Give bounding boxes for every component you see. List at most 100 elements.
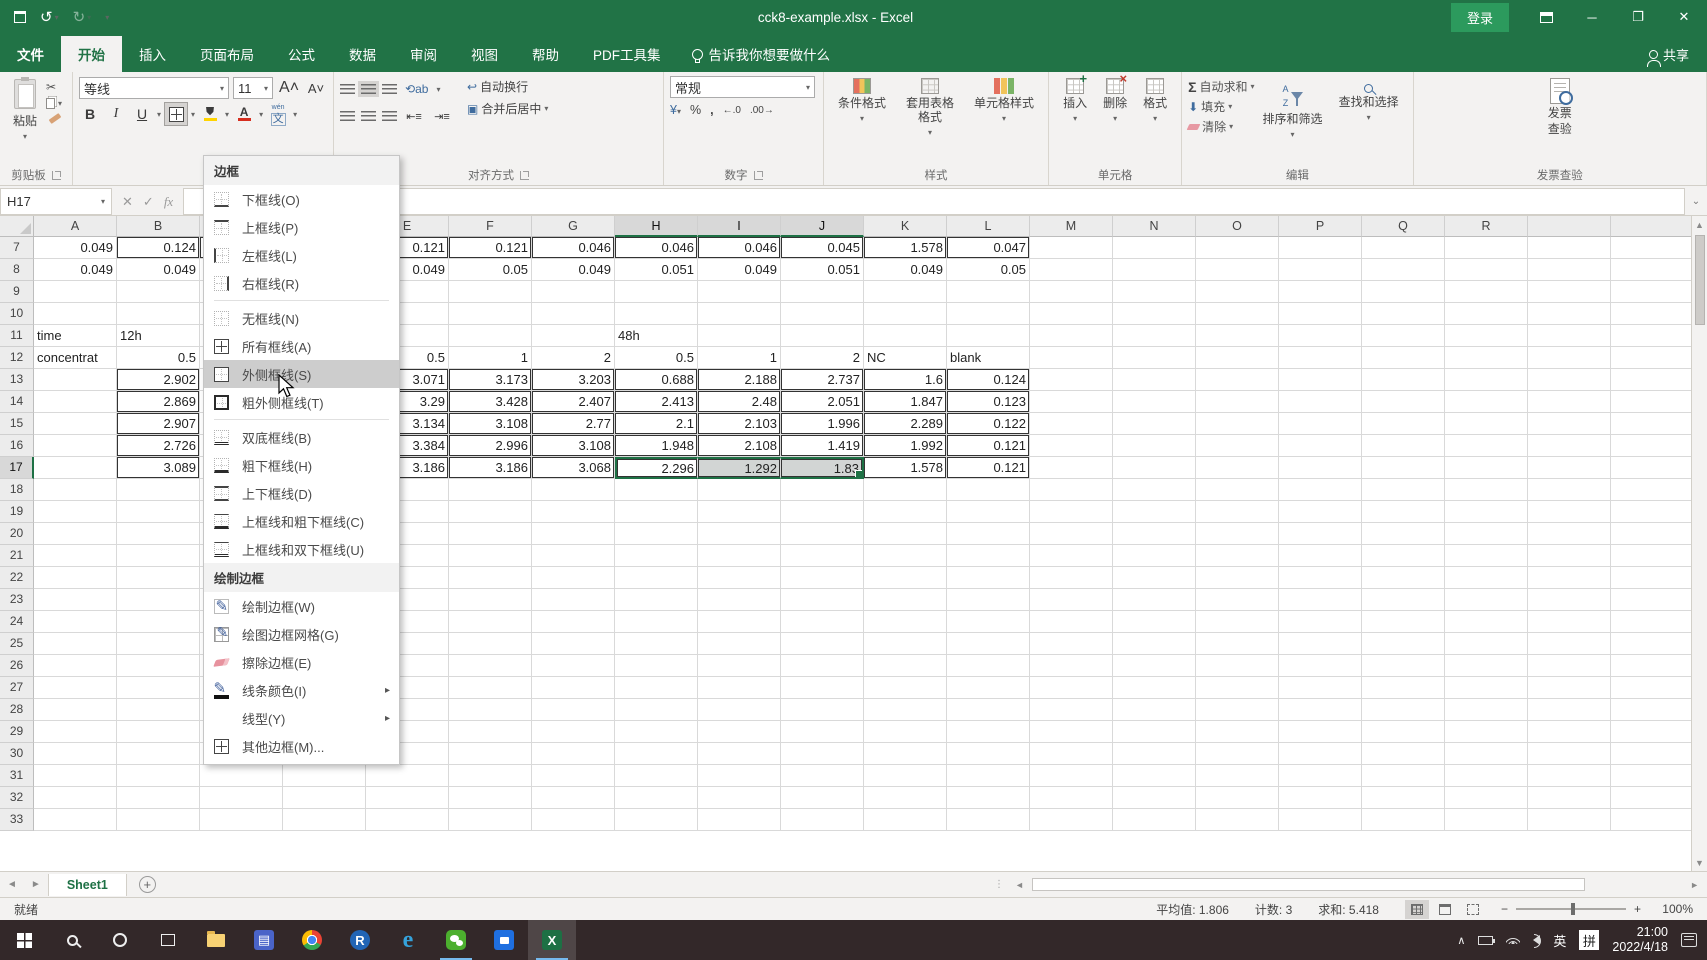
cell-20[interactable]	[1528, 523, 1611, 545]
cell-H16[interactable]: 1.948	[615, 435, 698, 457]
cell-H10[interactable]	[615, 303, 698, 325]
cell-30[interactable]	[1528, 743, 1611, 765]
row-header-17[interactable]: 17	[0, 457, 34, 479]
cell-Q7[interactable]	[1362, 237, 1445, 259]
cell-Q23[interactable]	[1362, 589, 1445, 611]
cell-H9[interactable]	[615, 281, 698, 303]
format-painter-button[interactable]	[46, 113, 64, 124]
cell-G25[interactable]	[532, 633, 615, 655]
cell-B12[interactable]: 0.5	[117, 347, 200, 369]
cell-N16[interactable]	[1113, 435, 1196, 457]
cell-17[interactable]	[1528, 457, 1611, 479]
menu-item[interactable]: 上下框线(D)	[204, 479, 399, 507]
cell-I33[interactable]	[698, 809, 781, 831]
cell-M10[interactable]	[1030, 303, 1113, 325]
cell-G30[interactable]	[532, 743, 615, 765]
tab-file[interactable]: 文件	[0, 36, 61, 72]
ribbon-display-options-button[interactable]	[1523, 0, 1569, 34]
cell-O27[interactable]	[1196, 677, 1279, 699]
cell-Q24[interactable]	[1362, 611, 1445, 633]
cell-A23[interactable]	[34, 589, 117, 611]
cut-button[interactable]: ✂	[46, 80, 64, 94]
cell-A25[interactable]	[34, 633, 117, 655]
cell-19[interactable]	[1528, 501, 1611, 523]
cell-15[interactable]	[1528, 413, 1611, 435]
tab-page-layout[interactable]: 页面布局	[183, 36, 271, 72]
cell-K22[interactable]	[864, 567, 947, 589]
borders-button[interactable]	[164, 102, 189, 126]
cell-A28[interactable]	[34, 699, 117, 721]
cell-P19[interactable]	[1279, 501, 1362, 523]
comma-style-button[interactable]: ,	[710, 103, 713, 117]
excel-taskbar-button[interactable]: X	[528, 920, 576, 960]
chrome-button[interactable]	[288, 920, 336, 960]
cell-G12[interactable]: 2	[532, 347, 615, 369]
menu-item[interactable]: 粗外侧框线(T)	[204, 388, 399, 416]
taskbar-clock[interactable]: 21:00 2022/4/18	[1612, 925, 1668, 955]
cell-A33[interactable]	[34, 809, 117, 831]
cell-B11[interactable]: 12h	[117, 325, 200, 347]
cell-P26[interactable]	[1279, 655, 1362, 677]
cell-N29[interactable]	[1113, 721, 1196, 743]
cell-G13[interactable]: 3.203	[532, 369, 615, 391]
cell-F21[interactable]	[449, 545, 532, 567]
cell-12[interactable]	[1611, 347, 1691, 369]
cell-R22[interactable]	[1445, 567, 1528, 589]
cell-H23[interactable]	[615, 589, 698, 611]
bold-button[interactable]: B	[79, 103, 101, 125]
cell-9[interactable]	[1611, 281, 1691, 303]
cell-K16[interactable]: 1.992	[864, 435, 947, 457]
tab-formulas[interactable]: 公式	[271, 36, 332, 72]
row-header-19[interactable]: 19	[0, 501, 34, 523]
cell-A18[interactable]	[34, 479, 117, 501]
cell-B17[interactable]: 3.089	[117, 457, 200, 479]
cell-I11[interactable]	[698, 325, 781, 347]
cell-N25[interactable]	[1113, 633, 1196, 655]
row-header-20[interactable]: 20	[0, 523, 34, 545]
cell-K17[interactable]: 1.578	[864, 457, 947, 479]
row-header-8[interactable]: 8	[0, 259, 34, 281]
cell-24[interactable]	[1611, 611, 1691, 633]
font-name-combo[interactable]: 等线 ▾	[79, 77, 230, 99]
cell-B24[interactable]	[117, 611, 200, 633]
column-header-M[interactable]: M	[1030, 216, 1113, 237]
cell-L29[interactable]	[947, 721, 1030, 743]
menu-item[interactable]: 右框线(R)	[204, 269, 399, 297]
cell-I27[interactable]	[698, 677, 781, 699]
cell-7[interactable]	[1611, 237, 1691, 259]
underline-button[interactable]: U	[131, 103, 153, 125]
cell-M14[interactable]	[1030, 391, 1113, 413]
cell-B21[interactable]	[117, 545, 200, 567]
cell-G11[interactable]	[532, 325, 615, 347]
cell-19[interactable]	[1611, 501, 1691, 523]
menu-item[interactable]: 下框线(O)	[204, 185, 399, 213]
row-header-18[interactable]: 18	[0, 479, 34, 501]
redo-button[interactable]: ↻ ▾	[73, 8, 92, 26]
cell-Q19[interactable]	[1362, 501, 1445, 523]
cell-13[interactable]	[1528, 369, 1611, 391]
cell-I25[interactable]	[698, 633, 781, 655]
cell-P23[interactable]	[1279, 589, 1362, 611]
row-header-28[interactable]: 28	[0, 699, 34, 721]
cell-G21[interactable]	[532, 545, 615, 567]
cell-J25[interactable]	[781, 633, 864, 655]
cell-Q18[interactable]	[1362, 479, 1445, 501]
cell-F8[interactable]: 0.05	[449, 259, 532, 281]
cell-J18[interactable]	[781, 479, 864, 501]
accounting-format-button[interactable]: ¥▾	[670, 103, 681, 117]
cell-10[interactable]	[1611, 303, 1691, 325]
file-explorer-button[interactable]	[192, 920, 240, 960]
cell-P22[interactable]	[1279, 567, 1362, 589]
cell-P7[interactable]	[1279, 237, 1362, 259]
cell-O33[interactable]	[1196, 809, 1279, 831]
cell-J30[interactable]	[781, 743, 864, 765]
cell-R7[interactable]	[1445, 237, 1528, 259]
cell-D31[interactable]	[283, 765, 366, 787]
cell-J9[interactable]	[781, 281, 864, 303]
cell-L10[interactable]	[947, 303, 1030, 325]
cell-A27[interactable]	[34, 677, 117, 699]
cell-A7[interactable]: 0.049	[34, 237, 117, 259]
increase-indent-button[interactable]: ⇥≡	[431, 105, 453, 127]
cell-N10[interactable]	[1113, 303, 1196, 325]
language-indicator[interactable]: 英	[1553, 931, 1566, 950]
